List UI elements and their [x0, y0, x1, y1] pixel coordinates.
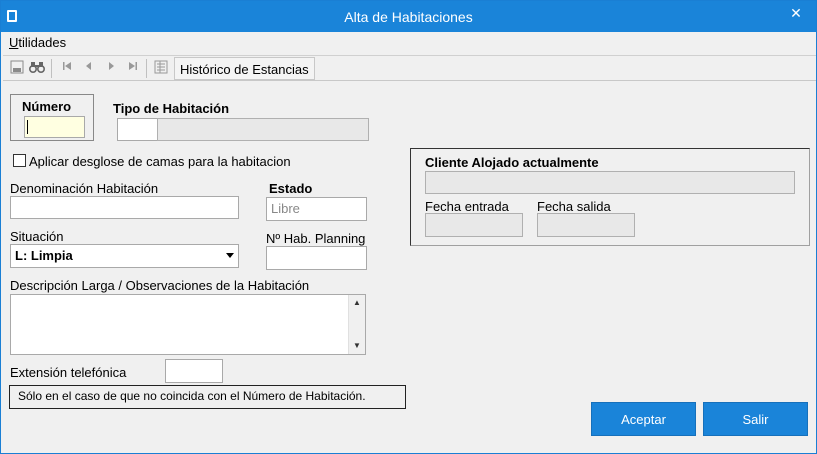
cliente-alojado-title: Cliente Alojado actualmente [425, 155, 599, 170]
situacion-label: Situación [10, 229, 64, 244]
menu-utilidades-label: tilidades [18, 35, 67, 50]
toolbar-separator [146, 59, 147, 78]
cliente-alojado-panel: Cliente Alojado actualmente Fecha entrad… [410, 148, 810, 246]
menu-bar: Utilidades [1, 32, 816, 53]
situacion-value: L: Limpia [15, 248, 73, 263]
numero-input[interactable] [24, 116, 85, 138]
fecha-entrada-field [425, 213, 523, 237]
situacion-select[interactable]: L: Limpia [10, 244, 239, 268]
text-caret [27, 120, 28, 134]
toolbar-separator [51, 59, 52, 78]
fecha-salida-field [537, 213, 635, 237]
tipo-habitacion-description [157, 118, 369, 141]
menu-utilidades-mnemonic: U [9, 35, 19, 50]
numero-group: Número [10, 94, 94, 141]
planning-input[interactable] [266, 246, 367, 270]
descripcion-scrollbar[interactable]: ▲ ▼ [348, 295, 365, 354]
tipo-habitacion-label: Tipo de Habitación [113, 101, 230, 116]
scroll-down-icon[interactable]: ▼ [349, 338, 365, 354]
estado-label: Estado [269, 181, 313, 196]
menu-utilidades[interactable]: Utilidades [9, 35, 66, 50]
binoculars-icon[interactable] [28, 60, 46, 76]
fecha-entrada-label: Fecha entrada [425, 199, 509, 214]
first-record-icon[interactable] [59, 60, 75, 76]
close-icon[interactable]: ✕ [788, 5, 804, 22]
next-record-icon[interactable] [103, 60, 119, 76]
fecha-salida-label: Fecha salida [537, 199, 611, 214]
last-record-icon[interactable] [125, 60, 141, 76]
estado-field: Libre [266, 197, 367, 221]
numero-label: Número [22, 99, 72, 114]
tipo-habitacion-code-input[interactable] [117, 118, 158, 141]
descripcion-label: Descripción Larga / Observaciones de la … [10, 278, 310, 293]
chevron-down-icon[interactable] [226, 253, 234, 258]
denominacion-input[interactable] [10, 196, 239, 219]
save-icon[interactable] [9, 60, 25, 76]
cliente-name-field [425, 171, 795, 194]
previous-record-icon[interactable] [81, 60, 97, 76]
denominacion-label: Denominación Habitación [10, 181, 159, 196]
desglose-camas-label: Aplicar desglose de camas para la habita… [29, 154, 291, 169]
planning-label: Nº Hab. Planning [266, 231, 366, 246]
toolbar: Histórico de Estancias [3, 55, 816, 81]
extension-note: Sólo en el caso de que no coincida con e… [9, 385, 406, 409]
scroll-up-icon[interactable]: ▲ [349, 295, 365, 311]
dialog-window: Alta de Habitaciones ✕ Utilidades Histór… [0, 0, 817, 454]
historico-estancias-button[interactable]: Histórico de Estancias [174, 57, 315, 80]
salir-button[interactable]: Salir [703, 402, 808, 436]
extension-label: Extensión telefónica [10, 365, 127, 380]
extension-input[interactable] [165, 359, 223, 383]
window-title: Alta de Habitaciones [344, 9, 473, 25]
desglose-camas-checkbox[interactable] [13, 154, 26, 167]
descripcion-textarea[interactable]: ▲ ▼ [10, 294, 366, 355]
aceptar-button[interactable]: Aceptar [591, 402, 696, 436]
list-icon[interactable] [153, 60, 169, 76]
title-bar[interactable]: Alta de Habitaciones ✕ [1, 1, 816, 32]
